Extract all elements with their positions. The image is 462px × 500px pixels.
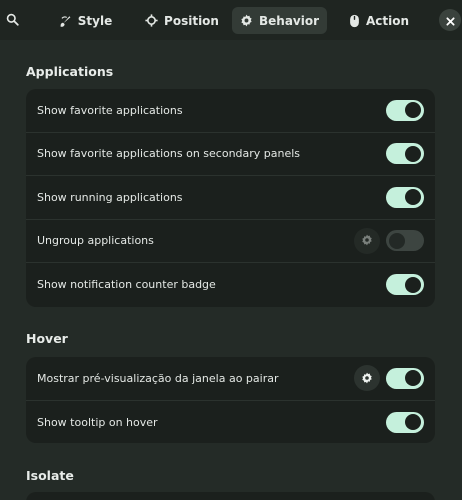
tab-behavior[interactable]: Behavior (232, 7, 327, 34)
row-show-favorite-applications: Show favorite applications (26, 89, 435, 133)
section-title-isolate: Isolate (26, 468, 74, 483)
gear-icon (240, 14, 253, 27)
row-label: Show running applications (37, 190, 183, 204)
search-icon (6, 13, 19, 29)
toggle-knob (405, 414, 421, 431)
tab-behavior-label: Behavior (258, 13, 320, 28)
section-title-applications: Applications (26, 64, 114, 79)
tab-position[interactable]: Position (140, 7, 224, 34)
header-bar: Style Position Behavior Action (0, 0, 462, 40)
toggle-knob (405, 102, 421, 119)
row-window-preview: Mostrar pré-visualização da janela ao pa… (26, 357, 435, 401)
tab-style[interactable]: Style (50, 7, 120, 34)
tab-style-label: Style (77, 13, 113, 28)
mouse-icon (349, 14, 360, 28)
close-button[interactable] (439, 9, 461, 31)
row-tooltip-hover: Show tooltip on hover (26, 401, 435, 444)
toggle-show-favorite-secondary[interactable] (386, 143, 424, 165)
toggle-tooltip-hover[interactable] (386, 411, 424, 433)
row-label: Show favorite applications on secondary … (37, 147, 301, 161)
row-label: Show tooltip on hover (37, 415, 158, 429)
applications-card: Show favorite applications Show favorite… (26, 89, 435, 307)
row-label: Show favorite applications (37, 103, 183, 117)
tab-action-label: Action (365, 13, 410, 28)
toggle-knob (405, 276, 421, 293)
preview-settings-button[interactable] (354, 365, 380, 392)
toggle-show-favorite-applications[interactable] (386, 99, 424, 121)
section-title-hover: Hover (26, 331, 68, 346)
isolate-card (26, 492, 435, 500)
search-button[interactable] (0, 7, 24, 34)
toggle-knob (405, 145, 421, 162)
toggle-ungroup-applications[interactable] (386, 230, 424, 252)
row-label: Mostrar pré-visualização da janela ao pa… (37, 371, 279, 385)
close-icon (445, 11, 455, 30)
brush-icon (58, 14, 72, 28)
row-show-running-applications: Show running applications (26, 176, 435, 220)
row-label: Ungroup applications (37, 234, 154, 248)
tab-position-label: Position (164, 13, 219, 28)
settings-window: Style Position Behavior Action Applicati… (0, 0, 462, 500)
gear-icon (361, 231, 373, 250)
ungroup-settings-button[interactable] (354, 227, 380, 254)
row-show-favorite-secondary: Show favorite applications on secondary … (26, 133, 435, 176)
hover-card: Mostrar pré-visualização da janela ao pa… (26, 357, 435, 443)
tab-action[interactable]: Action (344, 7, 414, 34)
gear-icon (361, 369, 373, 388)
toggle-knob (405, 370, 421, 387)
toggle-notification-badge[interactable] (386, 274, 424, 296)
row-label: Show notification counter badge (37, 278, 216, 292)
toggle-knob (389, 232, 405, 249)
row-notification-badge: Show notification counter badge (26, 263, 435, 307)
row-ungroup-applications: Ungroup applications (26, 220, 435, 263)
toggle-window-preview[interactable] (386, 367, 424, 389)
toggle-knob (405, 189, 421, 206)
toggle-show-running-applications[interactable] (386, 186, 424, 208)
crosshair-icon (145, 14, 158, 27)
